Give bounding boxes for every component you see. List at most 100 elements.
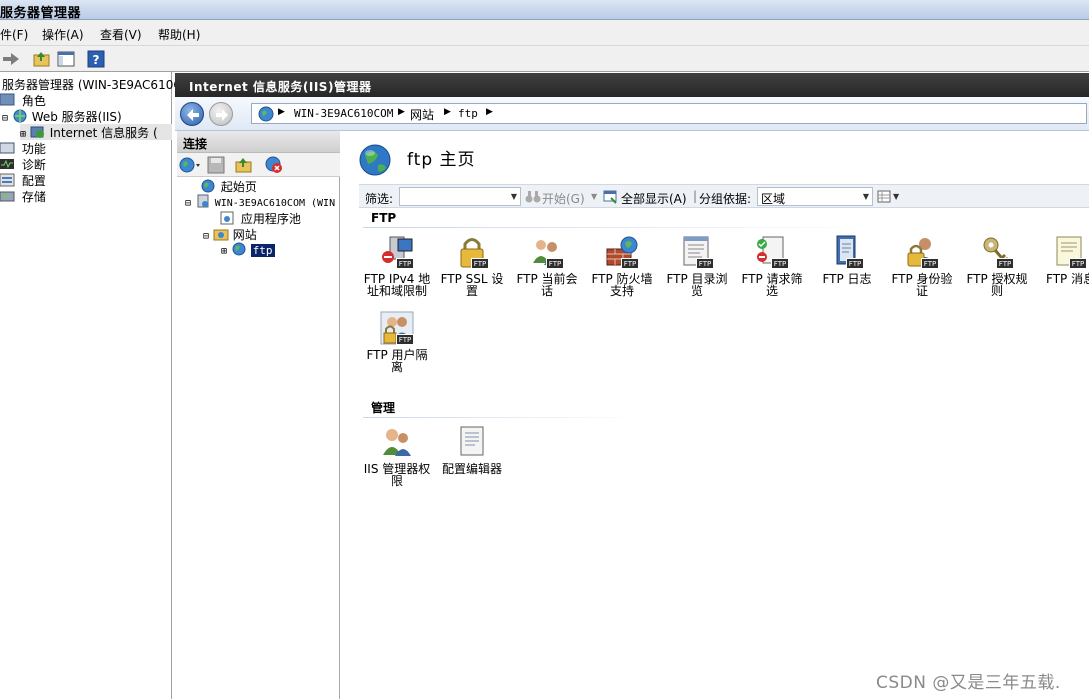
save-icon[interactable] [207,156,225,174]
toolbar-separator: | [693,189,698,203]
storage-icon [0,191,15,202]
server-icon [197,194,209,208]
conn-item-app-pools[interactable]: 应用程序池 [219,210,301,226]
up-folder-icon[interactable] [235,156,253,174]
ftp-badge: FTP [621,258,639,269]
menu-action[interactable]: 操作(A) [42,26,84,43]
tree-item-diagnostics[interactable]: 诊断 [0,156,46,172]
auth-lock-icon: FTP [905,235,939,269]
group-by-label: 分组依据: [699,192,752,206]
feature-ftp-ip-restrictions[interactable]: FTP FTP IPv4 地址和域限制 [361,235,433,297]
feature-ftp-authentication[interactable]: FTP FTP 身份验证 [886,235,958,297]
user-isolation-icon: FTP [380,311,414,345]
menu-bar: 件(F) 操作(A) 查看(V) 帮助(H) [0,20,1089,46]
breadcrumb-separator-icon: ▶ [486,107,493,117]
svg-text:?: ? [93,53,100,67]
back-arrow-icon [187,109,199,121]
page-title: ftp 主页 [407,150,476,170]
menu-view[interactable]: 查看(V) [100,26,142,43]
chevron-down-icon[interactable]: ▼ [591,192,597,201]
feature-ftp-directory-browsing[interactable]: FTP FTP 目录浏览 [661,235,733,297]
filter-label: 筛选: [365,192,394,206]
iis-icon [30,126,44,138]
window-title: 服务器管理器 [0,6,82,21]
breadcrumb-server[interactable]: WIN-3E9AC610COM [294,107,393,120]
connect-globe-icon[interactable] [179,156,201,174]
tree-item-configuration[interactable]: 配置 [0,172,46,188]
group-by-value: 区域 [761,192,786,206]
address-bar: ▶ WIN-3E9AC610COM ▶ 网站 ▶ ftp ▶ [175,97,1089,131]
users-icon: FTP [530,235,564,269]
feature-ftp-current-sessions[interactable]: FTP FTP 当前会话 [511,235,583,297]
tree-item-roles[interactable]: 角色 [0,92,46,108]
tree-item-server-manager[interactable]: 服务器管理器 (WIN-3E9AC610CO [2,76,191,92]
expand-toggle-icon[interactable]: ⊞ [221,246,227,257]
ftp-badge: FTP [1069,258,1087,269]
app-pool-icon [220,211,234,225]
tree-item-features[interactable]: 功能 [0,140,46,156]
collapse-toggle-icon[interactable]: ⊟ [185,198,191,209]
ftp-badge: FTP [846,258,864,269]
features-view: ftp 主页 筛选: ▼ 开始(G) ▼ 全部显示(A) | 分组依据: 区域 … [341,131,1089,699]
ftp-badge: FTP [771,258,789,269]
menu-help[interactable]: 帮助(H) [158,26,200,43]
ftp-home-globe-icon [359,144,391,176]
conn-item-sites[interactable]: ⊟ 网站 [203,226,257,242]
firewall-icon: FTP [605,235,639,269]
up-folder-icon[interactable] [32,49,52,69]
show-all-button[interactable]: 全部显示(A) [621,190,687,207]
key-icon: FTP [980,235,1014,269]
tree-item-web-server[interactable]: ⊟ Web 服务器(IIS) [2,108,122,124]
filter-input[interactable]: ▼ [399,187,521,206]
collapse-toggle-icon[interactable]: ⊟ [203,231,209,242]
breadcrumb-separator-icon: ▶ [278,107,285,117]
tree-item-iis[interactable]: ⊞ Internet 信息服务 ( [20,124,172,140]
group-by-select[interactable]: 区域 ▼ [757,187,873,206]
expand-toggle-icon[interactable]: ⊞ [20,129,26,140]
feature-ftp-firewall-support[interactable]: FTP FTP 防火墙支持 [586,235,658,297]
ftp-badge: FTP [396,334,414,345]
feature-ftp-authorization-rules[interactable]: FTP FTP 授权规则 [961,235,1033,297]
ftp-badge: FTP [921,258,939,269]
connections-panel: 连接 起始页 ⊟ WIN-3E9AC610COM (WIN 应用程序池 ⊟ 网站… [177,131,340,699]
feature-ftp-messages[interactable]: FTP FTP 消息 [1036,235,1089,285]
ftp-badge: FTP [996,258,1014,269]
forward-button[interactable] [209,102,233,126]
forward-arrow-icon[interactable] [1,49,21,69]
help-icon[interactable]: ? [86,49,106,69]
breadcrumb-separator-icon: ▶ [398,107,405,117]
config-editor-icon [455,425,489,459]
collapse-toggle-icon[interactable]: ⊟ [2,113,8,124]
features-icon [0,142,15,154]
tree-item-storage[interactable]: 存储 [0,188,46,204]
breadcrumb-ftp[interactable]: ftp [458,107,478,120]
breadcrumb-separator-icon: ▶ [444,107,451,117]
conn-item-ftp[interactable]: ⊞ ftp [221,242,275,258]
feature-ftp-ssl-settings[interactable]: FTP FTP SSL 设置 [436,235,508,297]
chevron-down-icon[interactable]: ▼ [511,192,517,201]
forward-arrow-icon [216,109,228,121]
watermark: CSDN @又是三年五载. [876,673,1061,693]
show-hide-console-tree-icon[interactable] [56,49,76,69]
show-all-icon [603,190,617,204]
conn-item-start-page[interactable]: 起始页 [199,178,257,194]
feature-configuration-editor[interactable]: 配置编辑器 [436,425,508,475]
start-button[interactable]: 开始(G) [542,190,585,207]
feature-ftp-request-filtering[interactable]: FTP FTP 请求筛选 [736,235,808,297]
menu-file[interactable]: 件(F) [0,26,28,43]
breadcrumb[interactable]: ▶ WIN-3E9AC610COM ▶ 网站 ▶ ftp ▶ [251,103,1087,124]
delete-connection-icon[interactable] [265,156,283,174]
feature-iis-manager-permissions[interactable]: IIS 管理器权限 [361,425,433,487]
breadcrumb-sites[interactable]: 网站 [410,106,434,123]
feature-ftp-user-isolation[interactable]: FTP FTP 用户隔离 [361,311,433,373]
conn-item-server[interactable]: ⊟ WIN-3E9AC610COM (WIN [185,194,340,210]
ftp-badge: FTP [471,258,489,269]
message-icon: FTP [1053,235,1087,269]
feature-ftp-logging[interactable]: FTP FTP 日志 [811,235,883,285]
chevron-down-icon[interactable]: ▼ [893,192,899,201]
ftp-badge: FTP [546,258,564,269]
lock-icon: FTP [455,235,489,269]
back-button[interactable] [180,102,204,126]
connections-header: 连接 [177,131,340,153]
chevron-down-icon[interactable]: ▼ [863,192,869,201]
